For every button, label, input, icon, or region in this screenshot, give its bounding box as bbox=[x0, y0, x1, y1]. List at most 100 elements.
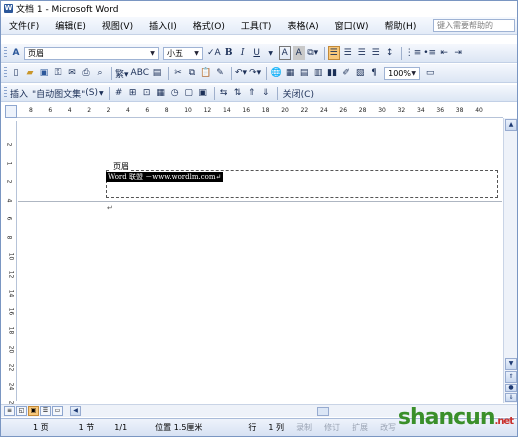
undo-icon[interactable]: ↶▾ bbox=[235, 66, 247, 80]
switch-header-footer-icon[interactable]: ⇅ bbox=[232, 86, 244, 100]
browse-object-icon[interactable]: ● bbox=[505, 384, 517, 392]
insert-time-icon[interactable]: ◷ bbox=[169, 86, 181, 100]
previous-page-icon[interactable]: ⇑ bbox=[505, 371, 517, 383]
font-size-select[interactable]: 小五 ▼ bbox=[163, 46, 203, 60]
show-next-icon[interactable]: ⇓ bbox=[260, 86, 272, 100]
format-painter-icon[interactable]: ✎ bbox=[214, 66, 226, 80]
insert-page-number-icon[interactable]: # bbox=[113, 86, 125, 100]
save-icon[interactable]: ▣ bbox=[38, 66, 50, 80]
grow-font-icon[interactable]: ✓A bbox=[207, 46, 221, 60]
style-pane-icon[interactable]: A bbox=[10, 46, 22, 60]
document-page[interactable] bbox=[18, 120, 502, 402]
tab-selector[interactable] bbox=[5, 105, 17, 118]
research-icon[interactable]: 繁▾ bbox=[115, 66, 129, 80]
help-search-input[interactable]: 键入需要帮助的 bbox=[433, 19, 515, 32]
body-paragraph-mark[interactable]: ↵ bbox=[107, 204, 113, 212]
style-select[interactable]: 页眉 ▼ bbox=[24, 46, 159, 60]
columns-icon[interactable]: ▮▮ bbox=[326, 66, 338, 80]
permission-icon[interactable]: ⚿ bbox=[52, 66, 64, 80]
web-view-icon[interactable]: ◱ bbox=[16, 406, 27, 416]
open-folder-icon[interactable]: ▰ bbox=[24, 66, 36, 80]
paste-icon[interactable]: 📋 bbox=[200, 66, 212, 80]
show-hide-text-icon[interactable]: ▣ bbox=[197, 86, 209, 100]
status-rec[interactable]: 录制 bbox=[290, 422, 318, 433]
status-ext[interactable]: 扩展 bbox=[346, 422, 374, 433]
char-shading-button[interactable]: A bbox=[292, 46, 305, 60]
increase-indent-icon[interactable]: ⇥ bbox=[452, 46, 464, 60]
email-icon[interactable]: ✉ bbox=[66, 66, 78, 80]
reading-view-icon[interactable]: ▭ bbox=[52, 406, 63, 416]
same-as-previous-icon[interactable]: ⇆ bbox=[218, 86, 230, 100]
numbering-icon[interactable]: ⋮≡ bbox=[405, 46, 422, 60]
menu-table[interactable]: 表格(A) bbox=[287, 19, 318, 32]
copy-icon[interactable]: ⧉ bbox=[186, 66, 198, 80]
insert-table-icon[interactable]: ▤ bbox=[298, 66, 310, 80]
menu-window[interactable]: 窗口(W) bbox=[335, 19, 369, 32]
spelling-icon[interactable]: ABC bbox=[131, 66, 149, 80]
vertical-ruler[interactable]: 212468101214161820222426 bbox=[5, 121, 17, 409]
underline-dropdown-icon[interactable]: ▼ bbox=[265, 46, 277, 60]
scroll-down-icon[interactable]: ▼ bbox=[505, 358, 517, 370]
document-map-icon[interactable]: ▧ bbox=[354, 66, 366, 80]
char-border-button[interactable]: A bbox=[278, 46, 291, 60]
toolbar-grip[interactable] bbox=[4, 87, 7, 99]
menu-view[interactable]: 视图(V) bbox=[102, 19, 133, 32]
insert-excel-icon[interactable]: ▥ bbox=[312, 66, 324, 80]
vertical-scrollbar[interactable]: ▲ ▼ ⇑ ● ⇓ bbox=[503, 118, 517, 403]
align-right-icon[interactable]: ☰ bbox=[356, 46, 368, 60]
chevron-down-icon[interactable]: ▼ bbox=[192, 48, 201, 59]
read-mode-icon[interactable]: ▭ bbox=[424, 66, 436, 80]
toolbar-grip[interactable] bbox=[4, 47, 7, 59]
decrease-indent-icon[interactable]: ⇤ bbox=[438, 46, 450, 60]
print-icon[interactable]: ⎙ bbox=[80, 66, 92, 80]
show-previous-icon[interactable]: ⇑ bbox=[246, 86, 258, 100]
italic-button[interactable]: I bbox=[237, 46, 249, 60]
outline-view-icon[interactable]: ☰ bbox=[40, 406, 51, 416]
format-page-number-icon[interactable]: ⊡ bbox=[141, 86, 153, 100]
print-preview-icon[interactable]: ⌕ bbox=[94, 66, 106, 80]
toolbar-grip[interactable] bbox=[4, 67, 7, 79]
align-center-icon[interactable]: ☰ bbox=[342, 46, 354, 60]
bullets-icon[interactable]: •≡ bbox=[423, 46, 436, 60]
menu-format[interactable]: 格式(O) bbox=[193, 19, 225, 32]
chevron-down-icon[interactable]: ▼ bbox=[148, 48, 157, 59]
print-layout-icon[interactable]: ▣ bbox=[28, 406, 39, 416]
line-spacing-icon[interactable]: ↕ bbox=[384, 46, 396, 60]
horizontal-ruler[interactable]: 8 6 4 2 2 4 6 8 10 12 14 16 18 20 22 24 26 28 30 32 34 36 38 40 bbox=[17, 105, 503, 118]
menu-insert[interactable]: 插入(I) bbox=[149, 19, 177, 32]
insert-date-icon[interactable]: ▦ bbox=[155, 86, 167, 100]
ruler-tick-label: 4 bbox=[67, 107, 72, 114]
show-hide-icon[interactable]: ¶ bbox=[368, 66, 380, 80]
bold-button[interactable]: B bbox=[223, 46, 235, 60]
horizontal-scroll-thumb[interactable] bbox=[317, 407, 329, 416]
ruler-tick-label: 2 bbox=[5, 179, 13, 184]
next-page-icon[interactable]: ⇓ bbox=[505, 393, 517, 402]
menu-tools[interactable]: 工具(T) bbox=[241, 19, 272, 32]
page-setup-icon[interactable]: ▢ bbox=[183, 86, 195, 100]
menu-edit[interactable]: 编辑(E) bbox=[55, 19, 86, 32]
research-book-icon[interactable]: ▤ bbox=[151, 66, 163, 80]
chevron-down-icon[interactable]: ▼ bbox=[409, 68, 418, 79]
scroll-left-icon[interactable]: ◀ bbox=[70, 406, 81, 416]
char-scale-icon[interactable]: ⧉▾ bbox=[307, 46, 319, 60]
new-document-icon[interactable]: ▯ bbox=[10, 66, 22, 80]
align-left-icon[interactable]: ☰ bbox=[327, 46, 340, 60]
ruler-tick-label: 10 bbox=[7, 252, 15, 260]
drawing-icon[interactable]: ✐ bbox=[340, 66, 352, 80]
normal-view-icon[interactable]: ≡ bbox=[4, 406, 15, 416]
status-trk[interactable]: 修订 bbox=[318, 422, 346, 433]
tables-borders-icon[interactable]: ▦ bbox=[284, 66, 296, 80]
hyperlink-icon[interactable]: 🌐 bbox=[270, 66, 282, 80]
zoom-select[interactable]: 100% ▼ bbox=[384, 66, 421, 80]
menu-file[interactable]: 文件(F) bbox=[9, 19, 39, 32]
cut-icon[interactable]: ✂ bbox=[172, 66, 184, 80]
justify-icon[interactable]: ☰ bbox=[370, 46, 382, 60]
underline-button[interactable]: U bbox=[251, 46, 263, 60]
autotext-button[interactable]: "自动图文集" (S) ▼ bbox=[32, 86, 104, 100]
header-text-selected[interactable]: Word 联盟 －www.wordlm.com↵ bbox=[106, 172, 224, 182]
menu-help[interactable]: 帮助(H) bbox=[385, 19, 417, 32]
insert-page-count-icon[interactable]: ⊞ bbox=[127, 86, 139, 100]
redo-icon[interactable]: ↷▾ bbox=[249, 66, 261, 80]
scroll-up-icon[interactable]: ▲ bbox=[505, 119, 517, 131]
close-header-footer-button[interactable]: 关闭(C) bbox=[281, 86, 316, 100]
